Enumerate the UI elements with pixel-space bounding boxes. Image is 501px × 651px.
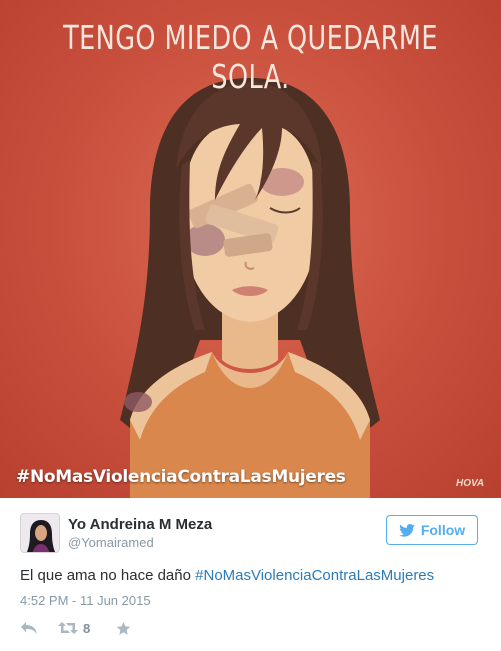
avatar-image <box>21 514 59 552</box>
follow-button[interactable]: Follow <box>386 515 478 545</box>
follow-label: Follow <box>420 522 466 538</box>
poster-image: TENGO MIEDO A QUEDARME SOLA. #NoMasViole… <box>0 0 501 498</box>
tweet-text: El que ama no hace daño #NoMasViolenciaC… <box>20 567 434 584</box>
poster-title: TENGO MIEDO A QUEDARME SOLA. <box>63 18 438 96</box>
favorite-button[interactable] <box>116 621 131 636</box>
artist-signature: HOVA <box>456 478 485 489</box>
retweet-count: 8 <box>83 620 91 636</box>
tweet-timestamp[interactable]: 4:52 PM - 11 Jun 2015 <box>20 593 151 608</box>
star-icon <box>116 621 131 635</box>
tweet-hashtag-link[interactable]: #NoMasViolenciaContraLasMujeres <box>195 567 434 584</box>
retweet-button[interactable]: 8 <box>58 621 116 636</box>
twitter-bird-icon <box>399 523 415 537</box>
display-name[interactable]: Yo Andreina M Meza <box>68 516 212 533</box>
retweet-icon <box>58 622 78 634</box>
reply-button[interactable] <box>20 621 58 635</box>
user-handle[interactable]: @Yomairamed <box>68 535 154 550</box>
poster-hashtag: #NoMasViolenciaContraLasMujeres <box>16 467 346 487</box>
tweet-body: El que ama no hace daño <box>20 567 196 584</box>
reply-icon <box>21 622 37 634</box>
tweet-actions: 8 <box>20 619 131 637</box>
avatar[interactable] <box>20 513 60 553</box>
